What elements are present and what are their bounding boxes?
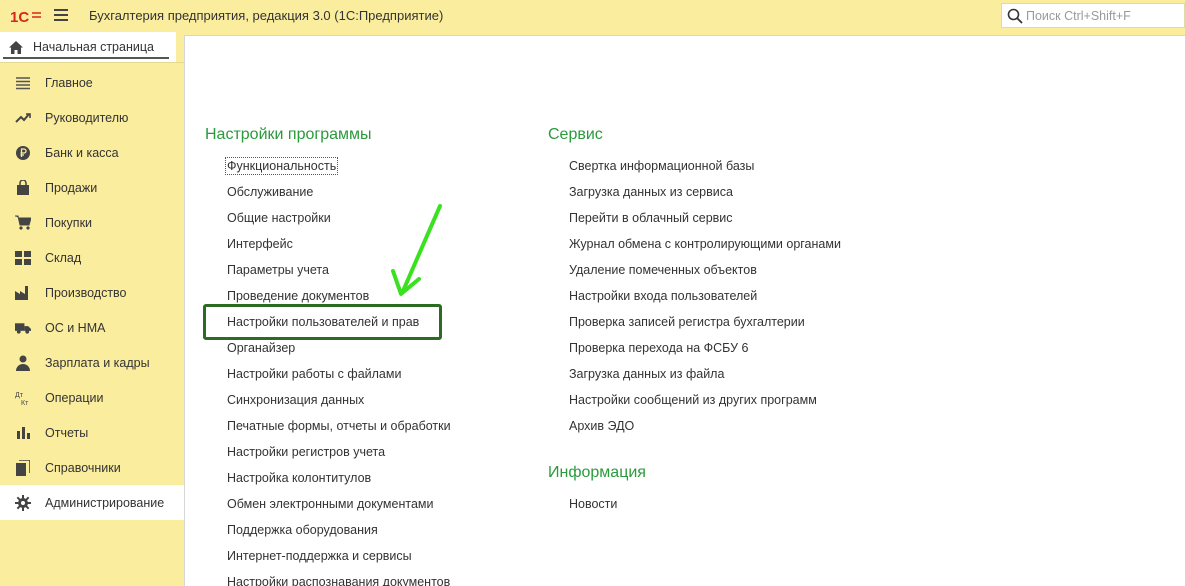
section-title-info: Информация bbox=[548, 464, 646, 481]
sidebar: Главное Руководителю Банк и касса Продаж… bbox=[0, 62, 184, 586]
section-title-service: Сервис bbox=[548, 126, 603, 143]
link-message-settings[interactable]: Настройки сообщений из других программ bbox=[569, 393, 817, 407]
link-db-rollup[interactable]: Свертка информационной базы bbox=[569, 159, 754, 173]
link-document-posting[interactable]: Проведение документов bbox=[227, 289, 369, 303]
top-bar: 1С Бухгалтерия предприятия, редакция 3.0… bbox=[0, 0, 1185, 32]
home-tab-label: Начальная страница bbox=[33, 40, 154, 54]
bar-chart-icon bbox=[15, 425, 31, 441]
sidebar-item-production[interactable]: Производство bbox=[0, 275, 184, 310]
link-regulator-exchange-log[interactable]: Журнал обмена с контролирующими органами bbox=[569, 237, 841, 251]
link-headers-footers[interactable]: Настройка колонтитулов bbox=[227, 471, 371, 485]
menu-lines-icon bbox=[15, 75, 31, 91]
shopping-bag-icon bbox=[15, 179, 31, 196]
link-accounting-parameters[interactable]: Параметры учета bbox=[227, 263, 329, 277]
home-tab[interactable]: Начальная страница bbox=[0, 32, 176, 62]
link-news[interactable]: Новости bbox=[569, 497, 617, 511]
section-title-settings: Настройки программы bbox=[205, 126, 372, 143]
active-tab-underline bbox=[3, 57, 169, 59]
sidebar-item-label: Главное bbox=[45, 75, 93, 90]
person-icon bbox=[15, 355, 31, 371]
link-user-login-settings[interactable]: Настройки входа пользователей bbox=[569, 289, 757, 303]
sidebar-item-salary[interactable]: Зарплата и кадры bbox=[0, 345, 184, 380]
main-panel: Настройки программы Функциональность Обс… bbox=[184, 35, 1185, 586]
link-file-settings[interactable]: Настройки работы с файлами bbox=[227, 367, 401, 381]
sidebar-item-label: Справочники bbox=[45, 460, 121, 475]
link-delete-marked[interactable]: Удаление помеченных объектов bbox=[569, 263, 757, 277]
link-recognition-settings[interactable]: Настройки распознавания документов bbox=[227, 575, 450, 586]
link-load-from-service[interactable]: Загрузка данных из сервиса bbox=[569, 185, 733, 199]
sidebar-item-label: Склад bbox=[45, 250, 82, 265]
trend-icon bbox=[15, 110, 31, 126]
link-cloud-service[interactable]: Перейти в облачный сервис bbox=[569, 211, 733, 225]
link-data-sync[interactable]: Синхронизация данных bbox=[227, 393, 364, 407]
sidebar-item-purchases[interactable]: Покупки bbox=[0, 205, 184, 240]
dt-kt-icon: Дт Кт bbox=[15, 390, 31, 406]
gear-icon bbox=[15, 494, 31, 511]
link-fsbu6-check[interactable]: Проверка перехода на ФСБУ 6 bbox=[569, 341, 748, 355]
svg-text:Кт: Кт bbox=[21, 400, 29, 406]
link-internet-support[interactable]: Интернет-поддержка и сервисы bbox=[227, 549, 412, 563]
svg-text:Дт: Дт bbox=[15, 392, 24, 399]
link-interface[interactable]: Интерфейс bbox=[227, 237, 293, 251]
truck-icon bbox=[15, 320, 31, 336]
sidebar-item-label: Продажи bbox=[45, 180, 98, 195]
link-edi-exchange[interactable]: Обмен электронными документами bbox=[227, 497, 433, 511]
sidebar-item-label: Банк и касса bbox=[45, 145, 119, 160]
sidebar-item-sales[interactable]: Продажи bbox=[0, 170, 184, 205]
link-maintenance[interactable]: Обслуживание bbox=[227, 185, 313, 199]
home-icon bbox=[9, 40, 23, 54]
sidebar-item-label: Отчеты bbox=[45, 425, 89, 440]
link-edo-archive[interactable]: Архив ЭДО bbox=[569, 419, 634, 433]
sidebar-item-directories[interactable]: Справочники bbox=[0, 450, 184, 485]
sidebar-item-label: Производство bbox=[45, 285, 127, 300]
sidebar-item-label: Покупки bbox=[45, 215, 93, 230]
app-title: Бухгалтерия предприятия, редакция 3.0 (1… bbox=[89, 8, 444, 23]
sidebar-item-main[interactable]: Главное bbox=[0, 65, 184, 100]
sidebar-item-label: Администрирование bbox=[45, 495, 165, 510]
link-print-forms[interactable]: Печатные формы, отчеты и обработки bbox=[227, 419, 451, 433]
warehouse-icon bbox=[15, 250, 31, 266]
sidebar-item-label: ОС и НМА bbox=[45, 320, 106, 335]
sidebar-item-administration[interactable]: Администрирование bbox=[0, 485, 184, 520]
menu-burger-icon[interactable] bbox=[54, 9, 68, 21]
link-load-from-file[interactable]: Загрузка данных из файла bbox=[569, 367, 724, 381]
svg-text:1С: 1С bbox=[10, 9, 29, 24]
link-register-settings[interactable]: Настройки регистров учета bbox=[227, 445, 385, 459]
factory-icon bbox=[15, 285, 31, 301]
1c-logo[interactable]: 1С bbox=[10, 8, 42, 24]
sidebar-item-label: Операции bbox=[45, 390, 104, 405]
link-equipment-support[interactable]: Поддержка оборудования bbox=[227, 523, 378, 537]
cart-icon bbox=[15, 215, 31, 231]
search-input[interactable] bbox=[1026, 8, 1176, 23]
sidebar-item-reports[interactable]: Отчеты bbox=[0, 415, 184, 450]
sidebar-item-operations[interactable]: Дт Кт Операции bbox=[0, 380, 184, 415]
sidebar-item-label: Руководителю bbox=[45, 110, 129, 125]
link-functionality[interactable]: Функциональность bbox=[224, 157, 339, 175]
link-organizer[interactable]: Органайзер bbox=[227, 341, 295, 355]
sidebar-item-bank[interactable]: Банк и касса bbox=[0, 135, 184, 170]
link-check-register-records[interactable]: Проверка записей регистра бухгалтерии bbox=[569, 315, 805, 329]
green-arrow-annotation bbox=[391, 204, 442, 296]
sidebar-item-warehouse[interactable]: Склад bbox=[0, 240, 184, 275]
sidebar-item-assets[interactable]: ОС и НМА bbox=[0, 310, 184, 345]
ruble-coin-icon bbox=[15, 145, 31, 161]
books-icon bbox=[15, 459, 31, 476]
sidebar-item-manager[interactable]: Руководителю bbox=[0, 100, 184, 135]
sidebar-item-label: Зарплата и кадры bbox=[45, 355, 150, 370]
search-box[interactable] bbox=[1001, 3, 1185, 28]
link-general-settings[interactable]: Общие настройки bbox=[227, 211, 331, 225]
highlight-box bbox=[203, 304, 442, 340]
search-icon bbox=[1007, 8, 1023, 24]
